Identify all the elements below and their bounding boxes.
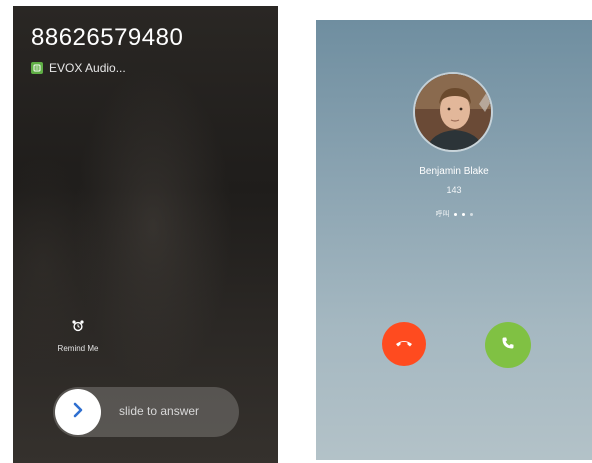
caller-number: 88626579480	[31, 24, 184, 51]
alarm-clock-icon	[71, 319, 85, 338]
dot	[453, 212, 457, 216]
dot	[469, 212, 473, 216]
dot	[461, 212, 465, 216]
slide-to-answer-track[interactable]: slide to answer	[53, 387, 239, 437]
chevron-right-icon	[70, 401, 86, 424]
contact-name: Benjamin Blake	[419, 166, 489, 177]
phone-answer-icon	[501, 336, 515, 355]
source-app-label: EVOX Audio...	[49, 61, 126, 75]
contact-extension: 143	[446, 185, 462, 195]
ringing-dots	[453, 212, 473, 216]
phone-hangup-icon	[395, 335, 413, 353]
call-status-label: 呼叫	[435, 211, 450, 218]
remind-me-label: Remind Me	[57, 344, 99, 353]
accept-call-button[interactable]	[485, 322, 531, 368]
slide-to-answer-knob[interactable]	[55, 389, 101, 435]
call-status: 呼叫	[316, 209, 592, 219]
decline-call-button[interactable]	[382, 322, 426, 366]
call-source: EVOX Audio...	[31, 61, 126, 75]
incoming-call-screen-left: 88626579480 EVOX Audio... Remind Me slid…	[13, 6, 278, 463]
app-icon	[31, 62, 43, 74]
incoming-call-screen-right: Benjamin Blake 143 呼叫	[316, 20, 592, 460]
remind-me-button[interactable]: Remind Me	[49, 319, 107, 353]
slide-to-answer-label: slide to answer	[119, 404, 200, 418]
avatar	[413, 72, 493, 152]
